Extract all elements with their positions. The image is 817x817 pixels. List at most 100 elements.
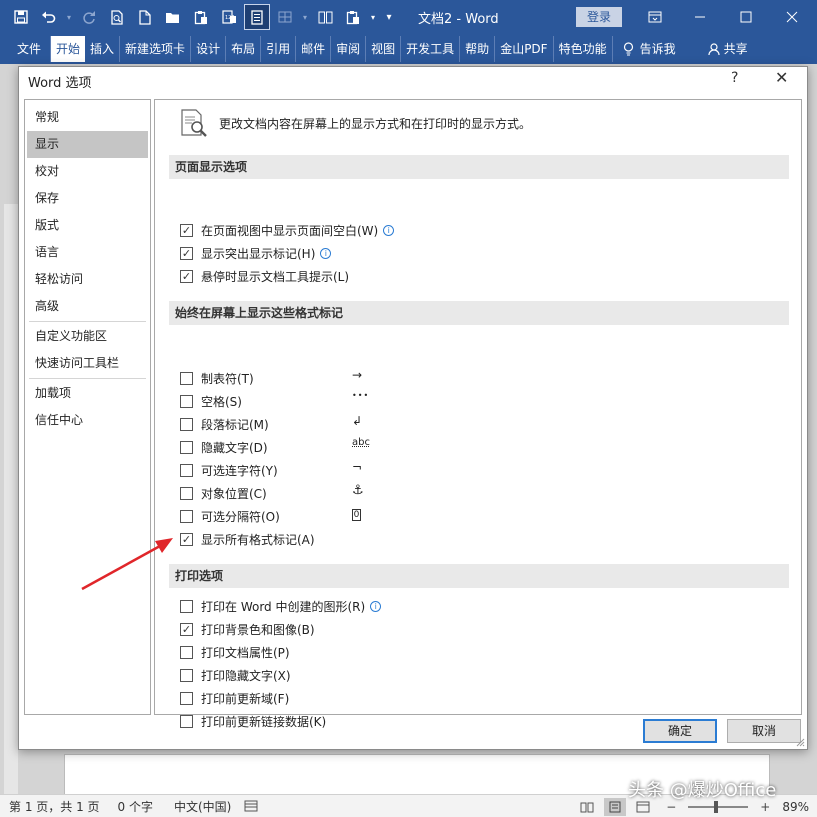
option-update-linked-data[interactable]: 打印前更新链接数据(K) [180, 711, 326, 731]
checkbox[interactable]: ✓ [180, 246, 193, 260]
tab-help[interactable]: 帮助 [460, 36, 496, 62]
customize-qat-icon[interactable]: ▾ [380, 4, 398, 30]
option-show-highlighter[interactable]: ✓ 显示突出显示标记(H) i [180, 243, 332, 263]
tell-me-search[interactable]: 告诉我 [613, 36, 681, 62]
checkbox[interactable] [180, 645, 193, 659]
option-print-properties[interactable]: 打印文档属性(P) [180, 642, 290, 662]
paste-special-icon[interactable] [340, 4, 366, 30]
nav-item-proofing[interactable]: 校对 [25, 158, 150, 185]
share-label: 共享 [723, 42, 748, 56]
nav-item-customize-ribbon[interactable]: 自定义功能区 [25, 323, 150, 350]
ok-button[interactable]: 确定 [643, 719, 717, 743]
macro-record-icon[interactable] [240, 797, 262, 815]
minimize-icon[interactable] [677, 0, 723, 34]
checkbox[interactable] [180, 691, 193, 705]
checkbox[interactable] [180, 714, 193, 728]
print-preview-icon[interactable] [104, 4, 130, 30]
tab-view[interactable]: 视图 [366, 36, 402, 62]
nav-item-accessibility[interactable]: 轻松访问 [25, 266, 150, 293]
checkbox[interactable] [180, 417, 193, 431]
ribbon-display-options-icon[interactable] [632, 0, 678, 34]
checkbox[interactable] [180, 668, 193, 682]
customize-qat-icon[interactable]: ▾ [300, 4, 310, 30]
tab-insert[interactable]: 插入 [85, 36, 121, 62]
option-print-drawings[interactable]: 打印在 Word 中创建的图形(R) i [180, 596, 382, 616]
option-optional-breaks[interactable]: 可选分隔符(O) 0 [180, 506, 361, 526]
checkbox[interactable]: ✓ [180, 223, 193, 237]
save-icon[interactable] [8, 4, 34, 30]
resize-grip-icon[interactable] [795, 737, 805, 747]
format-painter-icon[interactable]: 123 [216, 4, 242, 30]
tab-developer[interactable]: 开发工具 [401, 36, 461, 62]
tab-file[interactable]: 文件 [8, 36, 52, 62]
tab-review[interactable]: 审阅 [331, 36, 367, 62]
zoom-slider-thumb[interactable] [714, 800, 719, 813]
checkbox[interactable]: ✓ [180, 532, 193, 546]
option-label: 制表符(T) [201, 371, 254, 386]
tab-home[interactable]: 开始 [51, 36, 86, 62]
section-page-display: 页面显示选项 [169, 155, 789, 179]
checkbox[interactable] [180, 440, 193, 454]
tab-mailings[interactable]: 邮件 [296, 36, 332, 62]
nav-item-typography[interactable]: 版式 [25, 212, 150, 239]
tab-design[interactable]: 设计 [191, 36, 227, 62]
nav-item-add-ins[interactable]: 加载项 [25, 380, 150, 407]
checkbox[interactable] [180, 599, 193, 613]
close-icon[interactable] [769, 0, 815, 34]
tab-new-tab[interactable]: 新建选项卡 [120, 36, 192, 62]
print-layout-icon[interactable] [604, 797, 627, 816]
customize-qat-icon[interactable]: ▾ [64, 4, 74, 30]
checkbox[interactable]: ✓ [180, 622, 193, 636]
option-show-all-marks[interactable]: ✓ 显示所有格式标记(A) [180, 529, 315, 549]
close-icon[interactable]: ✕ [775, 68, 788, 87]
checkbox[interactable]: ✓ [180, 269, 193, 283]
read-mode-icon[interactable] [244, 4, 270, 30]
tab-references[interactable]: 引用 [261, 36, 297, 62]
nav-item-general[interactable]: 常规 [25, 104, 150, 131]
option-spaces[interactable]: 空格(S) ••• [180, 391, 368, 411]
option-optional-hyphens[interactable]: 可选连字符(Y) ¬ [180, 460, 362, 480]
cancel-button[interactable]: 取消 [727, 719, 801, 743]
chevron-down-icon[interactable]: ▾ [368, 4, 378, 30]
page-count[interactable]: 第 1 页，共 1 页 [0, 798, 109, 815]
checkbox[interactable] [180, 394, 193, 408]
option-tab-characters[interactable]: 制表符(T) → [180, 368, 362, 388]
option-show-whitespace[interactable]: ✓ 在页面视图中显示页面间空白(W) i [180, 220, 395, 240]
tab-layout[interactable]: 布局 [226, 36, 262, 62]
option-update-fields[interactable]: 打印前更新域(F) [180, 688, 289, 708]
option-hidden-text[interactable]: 隐藏文字(D) abc [180, 437, 370, 457]
redo-icon[interactable] [76, 4, 102, 30]
nav-item-quick-access-toolbar[interactable]: 快速访问工具栏 [25, 350, 150, 377]
help-icon[interactable]: ? [731, 70, 738, 86]
nav-item-save[interactable]: 保存 [25, 185, 150, 212]
option-show-tooltips[interactable]: ✓ 悬停时显示文档工具提示(L) [180, 266, 349, 286]
language-indicator[interactable]: 中文(中国) [162, 798, 240, 815]
maximize-icon[interactable] [723, 0, 769, 34]
tab-kingsoft-pdf[interactable]: 金山PDF [495, 36, 554, 62]
option-print-hidden-text[interactable]: 打印隐藏文字(X) [180, 665, 291, 685]
share-button[interactable]: 共享 [703, 36, 753, 62]
option-object-anchors[interactable]: 对象位置(C) ⚓ [180, 483, 364, 503]
checkbox[interactable] [180, 371, 193, 385]
table-icon[interactable] [272, 4, 298, 30]
new-doc-icon[interactable] [132, 4, 158, 30]
nav-item-language[interactable]: 语言 [25, 239, 150, 266]
checkbox[interactable] [180, 463, 193, 477]
nav-item-display[interactable]: 显示 [27, 131, 148, 158]
option-paragraph-marks[interactable]: 段落标记(M) ↲ [180, 414, 362, 434]
undo-icon[interactable] [36, 4, 62, 30]
checkbox[interactable] [180, 486, 193, 500]
option-print-background[interactable]: ✓ 打印背景色和图像(B) [180, 619, 315, 639]
checkbox[interactable] [180, 509, 193, 523]
read-mode-icon[interactable] [576, 798, 598, 816]
paste-icon[interactable] [188, 4, 214, 30]
nav-item-advanced[interactable]: 高级 [25, 293, 150, 320]
open-icon[interactable] [160, 4, 186, 30]
login-button[interactable]: 登录 [576, 7, 622, 27]
columns-icon[interactable] [312, 4, 338, 30]
tab-special-features[interactable]: 特色功能 [554, 36, 613, 62]
zoom-level[interactable]: 89% [782, 800, 809, 814]
zoom-slider[interactable] [688, 800, 749, 813]
nav-item-trust-center[interactable]: 信任中心 [25, 407, 150, 434]
word-count[interactable]: 0 个字 [109, 798, 162, 815]
